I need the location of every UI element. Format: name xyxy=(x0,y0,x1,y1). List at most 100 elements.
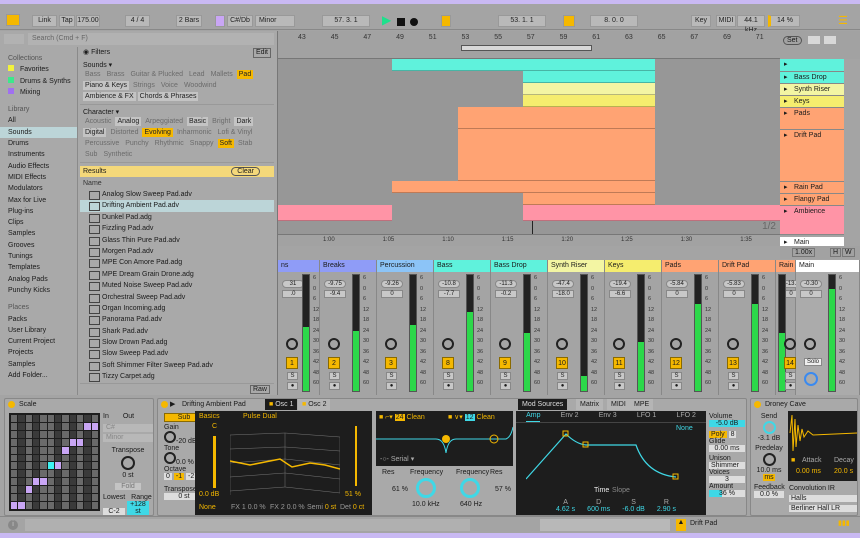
filter-tag[interactable]: Synthetic xyxy=(101,150,134,159)
scale-cell[interactable] xyxy=(77,438,84,446)
sidebar-item-max-for-live[interactable]: Max for Live xyxy=(0,195,77,206)
pan-knob[interactable] xyxy=(286,338,298,350)
scale-cell[interactable] xyxy=(11,415,18,422)
scale-cell[interactable] xyxy=(84,486,91,494)
arm-button[interactable]: ● xyxy=(728,382,739,390)
sidebar-item-all[interactable]: All xyxy=(0,115,77,126)
scale-cell[interactable] xyxy=(33,430,40,438)
scale-cell[interactable] xyxy=(69,502,76,509)
scale-cell[interactable] xyxy=(25,478,32,486)
peak-readout[interactable]: -19.4 xyxy=(609,280,631,288)
scale-cell[interactable] xyxy=(84,478,91,486)
loop-start-field[interactable]: 53. 1. 1 xyxy=(498,15,546,27)
scale-cell[interactable] xyxy=(69,478,76,486)
transpose-knob[interactable] xyxy=(121,456,135,470)
sidebar-item-audio-effects[interactable]: Audio Effects xyxy=(0,161,77,172)
scale-cell[interactable] xyxy=(33,470,40,478)
scale-cell[interactable] xyxy=(40,454,47,462)
scale-cell[interactable] xyxy=(77,446,84,454)
scale-cell[interactable] xyxy=(62,486,69,494)
scale-cell[interactable] xyxy=(77,494,84,502)
volume-field[interactable]: -0.2 xyxy=(495,290,517,298)
zoom-field[interactable]: 1.00x xyxy=(792,248,816,257)
h-button[interactable]: H xyxy=(830,248,842,257)
track-header-bass-drop[interactable]: Bass Drop xyxy=(780,72,844,84)
scale-cell[interactable] xyxy=(91,454,98,462)
channel-name[interactable]: Breaks xyxy=(320,260,376,272)
expand-icon[interactable] xyxy=(808,36,820,44)
scale-cell[interactable] xyxy=(11,486,18,494)
place-item[interactable]: Packs xyxy=(0,314,77,325)
scale-cell[interactable] xyxy=(47,422,54,430)
track-activator-button[interactable]: 12 xyxy=(670,357,682,369)
scale-cell[interactable] xyxy=(84,462,91,470)
scale-cell[interactable] xyxy=(84,502,91,509)
scale-cell[interactable] xyxy=(55,430,62,438)
solo-button[interactable]: S xyxy=(557,372,568,380)
semi-value[interactable]: 0 st xyxy=(325,504,336,511)
voices-field[interactable]: 3 xyxy=(709,476,745,483)
envelope-graph[interactable] xyxy=(526,429,696,484)
solo-button[interactable]: S xyxy=(614,372,625,380)
scale-cell[interactable] xyxy=(84,446,91,454)
scale-cell[interactable] xyxy=(55,494,62,502)
volume-field[interactable]: 0 xyxy=(666,290,688,298)
track-header-keys[interactable]: Keys xyxy=(780,96,844,108)
w-button[interactable]: W xyxy=(842,248,855,257)
filter-tag[interactable]: Mallets xyxy=(209,70,235,79)
filter-tag[interactable]: Dark xyxy=(234,117,254,126)
key-select[interactable]: C#/Db xyxy=(227,15,253,27)
octave-0-button[interactable]: 0 xyxy=(164,473,172,480)
scale-cell[interactable] xyxy=(11,446,18,454)
track-activator-button[interactable]: 8 xyxy=(442,357,454,369)
scale-cell[interactable] xyxy=(18,486,25,494)
filter-tag[interactable]: Snappy xyxy=(188,139,216,148)
scale-cell[interactable] xyxy=(55,486,62,494)
filter-tag[interactable]: Bass xyxy=(83,70,103,79)
filter-tag[interactable]: Lead xyxy=(187,70,207,79)
sidebar-item-sounds[interactable]: Sounds xyxy=(0,126,77,139)
scale-cell[interactable] xyxy=(33,415,40,422)
pan-knob[interactable] xyxy=(727,338,739,350)
result-item[interactable]: Organ Incoming.adg xyxy=(80,303,274,315)
arrangement-clip[interactable] xyxy=(278,205,392,221)
unison-select[interactable]: Shimmer xyxy=(709,462,745,469)
predelay-knob[interactable] xyxy=(762,453,776,466)
arm-button[interactable]: ● xyxy=(287,382,298,390)
scale-cell[interactable] xyxy=(69,415,76,422)
scale-select[interactable]: Minor xyxy=(255,15,295,27)
filter-tag[interactable]: Percussive xyxy=(83,139,121,148)
search-input[interactable]: Search (Cmd + F) xyxy=(28,33,274,45)
scale-cell[interactable] xyxy=(40,494,47,502)
scale-cell[interactable] xyxy=(11,502,18,509)
sidebar-item-midi-effects[interactable]: MIDI Effects xyxy=(0,172,77,183)
volume-field[interactable]: -9.4 xyxy=(324,290,346,298)
filter-tag[interactable]: Inharmonic xyxy=(175,128,214,137)
scale-cell[interactable] xyxy=(47,502,54,509)
result-item[interactable]: Analog Slow Sweep Pad.adv xyxy=(80,189,274,201)
peak-readout[interactable]: -5.84 xyxy=(666,280,688,288)
scale-cell[interactable] xyxy=(40,446,47,454)
lock-icon[interactable] xyxy=(824,36,836,44)
filter-tag[interactable]: Stab xyxy=(236,139,254,148)
filter-tag[interactable]: Voice xyxy=(159,81,180,90)
track-activator-button[interactable]: 9 xyxy=(499,357,511,369)
scale-cell[interactable] xyxy=(25,454,32,462)
device-on-icon[interactable] xyxy=(161,401,168,408)
filter-tag[interactable]: Guitar & Plucked xyxy=(128,70,185,79)
link-button[interactable]: Link xyxy=(32,15,57,27)
collection-item[interactable]: Mixing xyxy=(0,87,77,98)
scale-cell[interactable] xyxy=(77,430,84,438)
scale-cell[interactable] xyxy=(18,462,25,470)
result-item[interactable]: Glass Thin Pure Pad.adv xyxy=(80,235,274,246)
track-activator-button[interactable]: 14 xyxy=(784,357,796,369)
sidebar-item-instruments[interactable]: Instruments xyxy=(0,149,77,160)
volume-field[interactable]: 0 xyxy=(800,290,822,298)
peak-readout[interactable]: -47.4 xyxy=(552,280,574,288)
arrangement-clip[interactable] xyxy=(523,95,655,107)
track-header-pads[interactable]: Pads xyxy=(780,108,844,130)
sidebar-item-punchy-kicks[interactable]: Punchy Kicks xyxy=(0,285,77,296)
arm-button[interactable]: ● xyxy=(386,382,397,390)
scale-cell[interactable] xyxy=(11,462,18,470)
place-item[interactable]: Add Folder... xyxy=(0,370,77,381)
